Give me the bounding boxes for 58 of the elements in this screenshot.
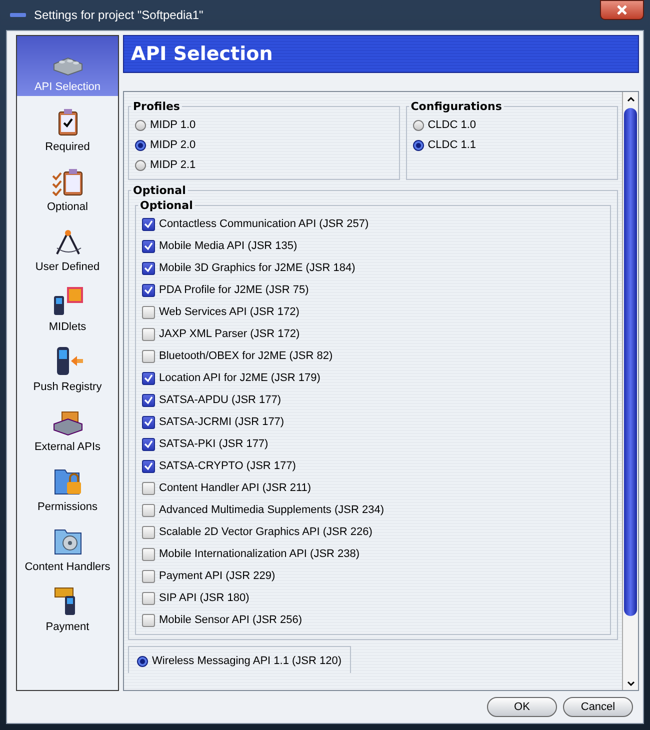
radio-option[interactable]: MIDP 1.0 [135,115,393,135]
sidebar-item[interactable]: Push Registry [17,336,118,396]
checkmark-icon [144,374,153,382]
api-checkbox[interactable]: Mobile 3D Graphics for J2ME (JSR 184) [142,258,604,278]
checkmark-icon [144,220,153,228]
sidebar-item[interactable]: Required [17,96,118,156]
dialog-button[interactable]: Cancel [563,697,633,717]
app-icon [10,11,26,19]
checkmark-icon [144,440,153,448]
api-checkbox[interactable]: SATSA-CRYPTO (JSR 177) [142,456,604,476]
dialog-button[interactable]: OK [487,697,557,717]
api-checkbox[interactable]: JAXP XML Parser (JSR 172) [142,324,604,344]
window-title: Settings for project "Softpedia1" [34,8,204,22]
checkmark-icon [144,242,153,250]
group-title: Configurations [410,100,503,113]
api-checkbox[interactable]: SATSA-APDU (JSR 177) [142,390,604,410]
sidebar-item[interactable]: External APIs [17,396,118,456]
checkmark-icon [144,396,153,404]
api-checkbox[interactable]: Mobile Media API (JSR 135) [142,236,604,256]
group-title: Optional [139,199,194,212]
checkmark-icon [144,418,153,426]
sidebar-item[interactable]: User Defined [17,216,118,276]
api-checkbox[interactable]: PDA Profile for J2ME (JSR 75) [142,280,604,300]
radio-option[interactable]: MIDP 2.1 [135,155,393,175]
group-title: Profiles [132,100,181,113]
api-checkbox[interactable]: SATSA-PKI (JSR 177) [142,434,604,454]
api-checkbox[interactable]: Bluetooth/OBEX for J2ME (JSR 82) [142,346,604,366]
close-button[interactable] [600,0,644,20]
group-title: Optional [132,184,187,197]
api-checkbox[interactable]: Content Handler API (JSR 211) [142,478,604,498]
checkmark-icon [144,462,153,470]
checkmark-icon [144,264,153,272]
close-icon [617,4,627,14]
api-checkbox[interactable]: SIP API (JSR 180) [142,588,604,608]
api-checkbox[interactable]: Location API for J2ME (JSR 179) [142,368,604,388]
radio-option[interactable]: CLDC 1.1 [412,135,611,155]
sidebar-item[interactable]: Optional [17,156,118,216]
sidebar-item[interactable]: API Selection [17,36,118,96]
api-checkbox[interactable]: Mobile Sensor API (JSR 256) [142,610,604,630]
sidebar-item[interactable]: Payment [17,576,118,636]
radio-option[interactable]: MIDP 2.0 [135,135,393,155]
api-checkbox[interactable]: Web Services API (JSR 172) [142,302,604,322]
radio-option[interactable]: CLDC 1.0 [412,115,611,135]
api-checkbox[interactable]: SATSA-JCRMI (JSR 177) [142,412,604,432]
api-checkbox[interactable]: Scalable 2D Vector Graphics API (JSR 226) [142,522,604,542]
scrollbar[interactable] [622,92,638,690]
page-header: API Selection [123,35,639,73]
sidebar-item[interactable]: Permissions [17,456,118,516]
sidebar-item[interactable]: MIDlets [17,276,118,336]
checkmark-icon [144,286,153,294]
api-checkbox[interactable]: Advanced Multimedia Supplements (JSR 234) [142,500,604,520]
clipboard-check-icon [56,108,78,136]
checklist-icon [52,168,84,196]
api-checkbox[interactable]: Mobile Internationalization API (JSR 238) [142,544,604,564]
api-checkbox[interactable]: Contactless Communication API (JSR 257) [142,214,604,234]
api-checkbox[interactable]: Payment API (JSR 229) [142,566,604,586]
bricks-icon [52,410,84,436]
sidebar-item[interactable]: Content Handlers [17,516,118,576]
